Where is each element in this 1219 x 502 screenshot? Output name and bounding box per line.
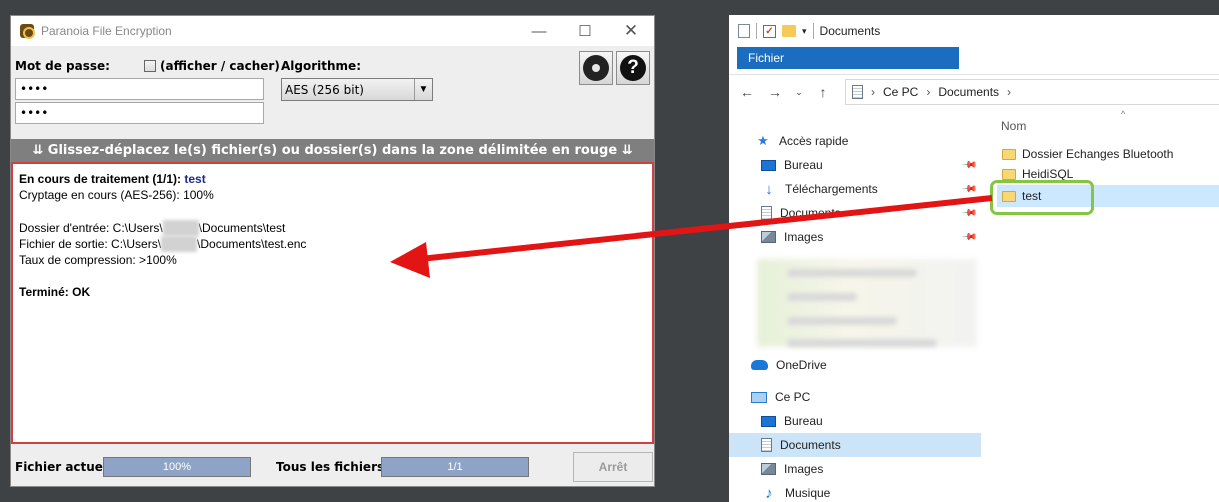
arrow-shaft	[419, 195, 993, 262]
arrow-head	[390, 242, 430, 278]
drag-arrow	[390, 195, 993, 278]
